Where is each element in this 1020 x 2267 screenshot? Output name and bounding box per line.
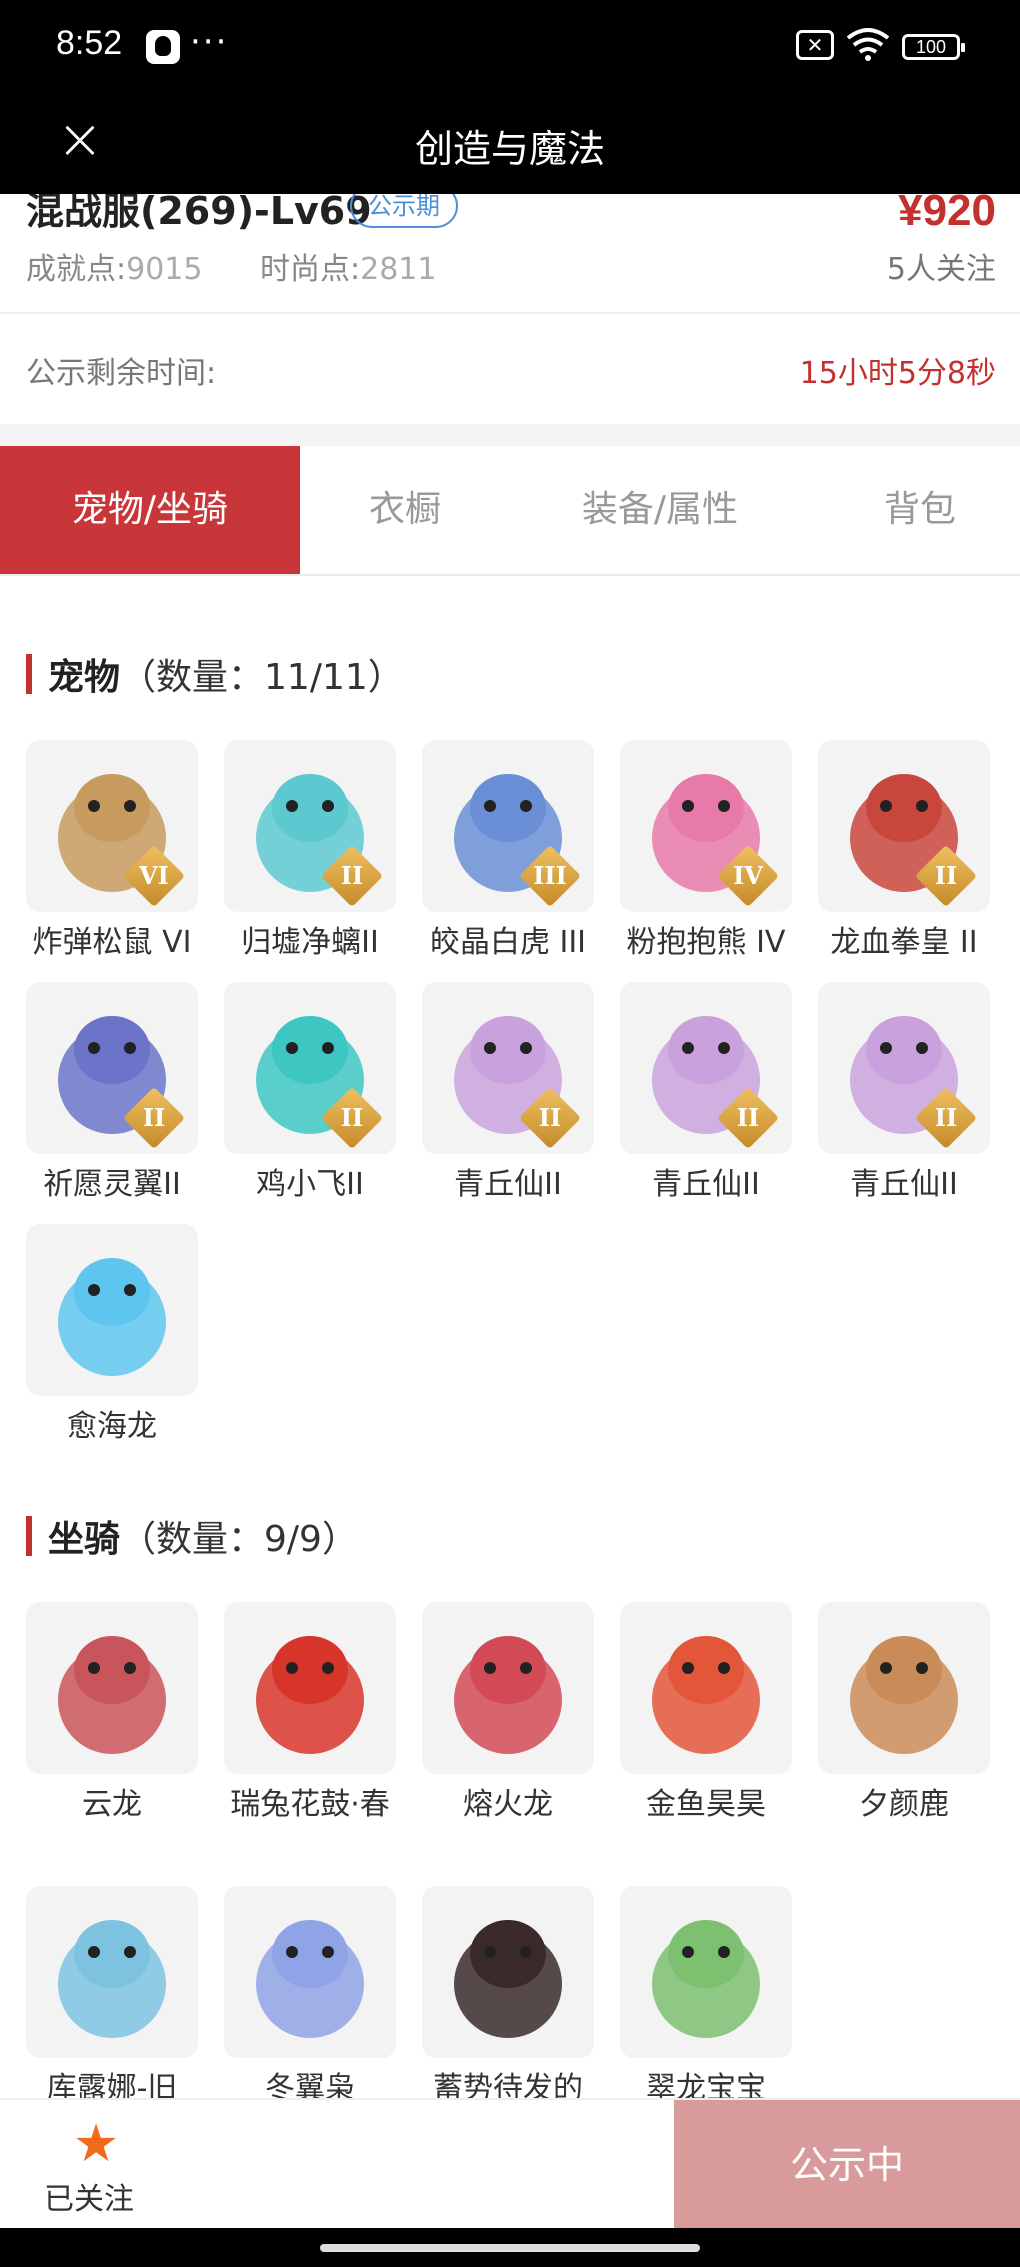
remaining-time-value: 15小时5分8秒 <box>799 356 996 391</box>
no-sim-icon: ✕ <box>796 30 834 60</box>
goldfish-icon <box>620 1602 792 1774</box>
green-dragon-icon <box>620 1886 792 2058</box>
pink-bear-icon: IV <box>620 740 792 912</box>
tab-bag[interactable]: 背包 <box>820 446 1020 574</box>
fox-fairy-icon: II <box>818 982 990 1154</box>
pet-name: 鸡小飞II <box>256 1167 364 1202</box>
mount-card[interactable]: 金鱼昊昊 <box>620 1602 792 1826</box>
pet-card[interactable]: IV 粉抱抱熊 IV <box>620 740 792 964</box>
account-name: 混战服(269)-Lv69 <box>26 194 372 233</box>
rank-badge: IV <box>716 844 780 908</box>
azure-dragon-icon: II <box>224 740 396 912</box>
achievement-points: 成就点:9015 <box>26 252 203 287</box>
tab-wardrobe[interactable]: 衣橱 <box>300 446 510 574</box>
owl-icon <box>224 1886 396 2058</box>
mount-card[interactable]: 库露娜-旧 <box>26 1886 198 2110</box>
pet-name: 归墟净螭II <box>241 925 379 960</box>
mount-card[interactable]: 瑞兔花鼓·春 <box>224 1602 396 1826</box>
mount-name: 夕颜鹿 <box>859 1787 949 1822</box>
pet-name: 炸弹松鼠 VI <box>32 925 192 960</box>
eagle-icon: II <box>26 982 198 1154</box>
system-nav-bar <box>0 2228 1020 2267</box>
pet-card[interactable]: II 祈愿灵翼II <box>26 982 198 1206</box>
wifi-icon <box>846 28 890 61</box>
mount-card[interactable]: 云龙 <box>26 1602 198 1826</box>
rank-badge: III <box>518 844 582 908</box>
cloud-dragon-icon <box>26 1602 198 1774</box>
pet-name: 祈愿灵翼II <box>43 1167 181 1202</box>
pig-icon <box>422 1886 594 2058</box>
followed-label[interactable]: 已关注 <box>44 2174 134 2218</box>
mount-card[interactable]: 蓄势待发的 <box>422 1886 594 2110</box>
rank-badge: VI <box>122 844 186 908</box>
bottom-bar: ★ 已关注 公示中 <box>0 2098 1020 2230</box>
rank-badge: II <box>320 1086 384 1150</box>
rank-badge: II <box>914 1086 978 1150</box>
pet-card[interactable]: II 青丘仙II <box>620 982 792 1206</box>
pet-name: 青丘仙II <box>652 1167 760 1202</box>
sea-dragon-icon <box>26 1224 198 1396</box>
status-time: 8:52 <box>56 24 123 62</box>
tab-equipment[interactable]: 装备/属性 <box>530 446 790 574</box>
more-notifications-icon: ··· <box>190 22 229 62</box>
fox-fairy-icon: II <box>422 982 594 1154</box>
pet-card[interactable]: II 青丘仙II <box>422 982 594 1206</box>
deer-icon <box>818 1602 990 1774</box>
pet-card[interactable]: II 青丘仙II <box>818 982 990 1206</box>
mount-name: 瑞兔花鼓·春 <box>230 1787 390 1822</box>
price: ¥920 <box>898 194 996 235</box>
fox-fairy-icon: II <box>620 982 792 1154</box>
pet-name: 皎晶白虎 III <box>429 925 587 960</box>
pet-card[interactable]: III 皎晶白虎 III <box>422 740 594 964</box>
page-title: 创造与魔法 <box>414 127 605 171</box>
rank-badge: II <box>716 1086 780 1150</box>
pet-card[interactable]: VI 炸弹松鼠 VI <box>26 740 198 964</box>
pet-name: 青丘仙II <box>850 1167 958 1202</box>
tab-pets-mounts[interactable]: 宠物/坐骑 <box>0 446 300 574</box>
battery-icon: 100 <box>902 34 965 60</box>
mount-card[interactable]: 翠龙宝宝 <box>620 1886 792 2110</box>
home-indicator[interactable] <box>320 2244 700 2252</box>
bird-icon: II <box>224 982 396 1154</box>
fashion-points: 时尚点:2811 <box>260 252 437 287</box>
qq-icon <box>146 30 180 64</box>
account-summary: 混战服(269)-Lv69 公示期 ¥920 成就点:9015 时尚点:2811… <box>0 194 1020 312</box>
mount-card[interactable]: 夕颜鹿 <box>818 1602 990 1826</box>
squirrel-icon: VI <box>26 740 198 912</box>
mount-card[interactable]: 冬翼枭 <box>224 1886 396 2110</box>
mount-name: 云龙 <box>82 1787 142 1822</box>
remaining-time-label: 公示剩余时间: <box>26 356 217 391</box>
section-gap <box>0 424 1020 446</box>
pet-name: 龙血拳皇 II <box>830 925 978 960</box>
follow-count: 5人关注 <box>886 252 996 287</box>
lava-dragon-icon <box>422 1602 594 1774</box>
publicity-status-button[interactable]: 公示中 <box>674 2100 1020 2230</box>
white-tiger-icon: III <box>422 740 594 912</box>
status-bar: 8:52 ··· ✕ 100 <box>0 0 1020 92</box>
pet-name: 青丘仙II <box>454 1167 562 1202</box>
mount-name: 金鱼昊昊 <box>646 1787 766 1822</box>
rank-badge: II <box>320 844 384 908</box>
ram-demon-icon: II <box>818 740 990 912</box>
nav-bar: × 创造与魔法 <box>0 92 1020 194</box>
pet-name: 愈海龙 <box>67 1409 157 1444</box>
drum-icon <box>224 1602 396 1774</box>
sheep-girl-icon <box>26 1886 198 2058</box>
pet-name: 粉抱抱熊 IV <box>626 925 786 960</box>
star-icon[interactable]: ★ <box>70 2118 122 2170</box>
rank-badge: II <box>518 1086 582 1150</box>
status-tag: 公示期 <box>350 194 458 228</box>
pet-card[interactable]: II 鸡小飞II <box>224 982 396 1206</box>
remaining-time-row: 公示剩余时间: 15小时5分8秒 <box>0 314 1020 424</box>
mount-name: 熔火龙 <box>463 1787 553 1822</box>
pet-card[interactable]: 愈海龙 <box>26 1224 198 1448</box>
tab-bar: 宠物/坐骑 衣橱 装备/属性 背包 <box>0 446 1020 576</box>
mount-card[interactable]: 熔火龙 <box>422 1602 594 1826</box>
rank-badge: II <box>914 844 978 908</box>
rank-badge: II <box>122 1086 186 1150</box>
pet-card[interactable]: II 龙血拳皇 II <box>818 740 990 964</box>
pet-card[interactable]: II 归墟净螭II <box>224 740 396 964</box>
